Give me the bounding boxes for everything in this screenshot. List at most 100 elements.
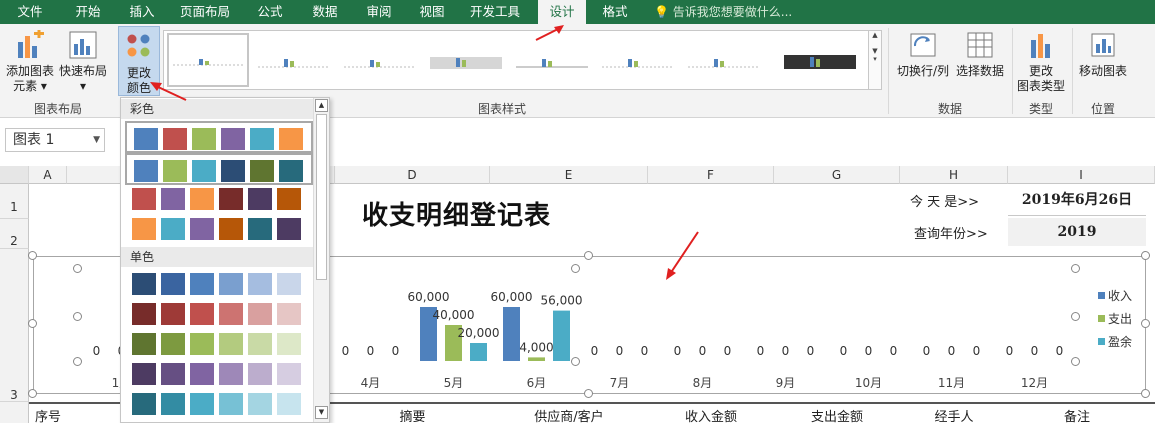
move-chart-button[interactable]: 移动图表 xyxy=(1076,30,1130,79)
plot-area-handle[interactable] xyxy=(73,264,82,273)
column-header-d[interactable]: D xyxy=(335,166,490,184)
color-set-row[interactable] xyxy=(125,358,313,390)
tab-view[interactable]: 视图 xyxy=(408,0,456,24)
color-swatch[interactable] xyxy=(277,273,301,295)
color-swatch[interactable] xyxy=(277,188,301,210)
color-swatch[interactable] xyxy=(219,393,243,415)
color-swatch[interactable] xyxy=(250,160,274,182)
color-swatch[interactable] xyxy=(219,218,243,240)
switch-row-column-button[interactable]: 切换行/列 xyxy=(894,30,952,79)
color-set-row[interactable] xyxy=(125,213,313,245)
color-swatch[interactable] xyxy=(132,273,156,295)
color-swatch[interactable] xyxy=(219,363,243,385)
tab-data[interactable]: 数据 xyxy=(301,0,349,24)
color-swatch[interactable] xyxy=(248,303,272,325)
color-set-row[interactable] xyxy=(125,183,313,215)
plot-area-handle[interactable] xyxy=(571,264,580,273)
column-header-g[interactable]: G xyxy=(774,166,900,184)
name-box[interactable]: 图表 1 ▼ xyxy=(5,128,105,152)
tab-format[interactable]: 格式 xyxy=(591,0,639,24)
color-swatch[interactable] xyxy=(163,128,187,150)
color-swatch[interactable] xyxy=(248,333,272,355)
dropdown-scrollbar[interactable]: ▲ ▼ xyxy=(313,98,329,422)
chart-resize-handle[interactable] xyxy=(584,389,593,398)
color-swatch[interactable] xyxy=(248,218,272,240)
tab-insert[interactable]: 插入 xyxy=(118,0,166,24)
chart-style-5[interactable] xyxy=(512,45,592,75)
tab-page-layout[interactable]: 页面布局 xyxy=(172,0,238,24)
plot-area-handle[interactable] xyxy=(73,312,82,321)
chart-resize-handle[interactable] xyxy=(28,319,37,328)
color-swatch[interactable] xyxy=(161,273,185,295)
column-header-f[interactable]: F xyxy=(648,166,774,184)
add-chart-element-button[interactable]: 添加图表 元素 ▾ xyxy=(4,29,56,94)
color-swatch[interactable] xyxy=(190,273,214,295)
tab-design[interactable]: 设计 xyxy=(538,0,586,24)
color-set-row[interactable] xyxy=(125,388,313,420)
color-swatch[interactable] xyxy=(161,218,185,240)
color-swatch[interactable] xyxy=(190,393,214,415)
plot-area-handle[interactable] xyxy=(571,357,580,366)
color-swatch[interactable] xyxy=(192,160,216,182)
color-swatch[interactable] xyxy=(161,363,185,385)
color-swatch[interactable] xyxy=(132,333,156,355)
plot-area-handle[interactable] xyxy=(1071,312,1080,321)
chart-style-3[interactable] xyxy=(340,45,420,75)
chevron-down-icon[interactable]: ▼ xyxy=(93,129,100,151)
chart-resize-handle[interactable] xyxy=(1141,251,1150,260)
color-swatch[interactable] xyxy=(161,188,185,210)
chart-style-2[interactable] xyxy=(254,45,334,75)
color-swatch[interactable] xyxy=(132,363,156,385)
color-swatch[interactable] xyxy=(192,128,216,150)
year-value-cell[interactable]: 2019 xyxy=(1008,218,1146,246)
row-header-4[interactable] xyxy=(0,401,29,423)
tab-file[interactable]: 文件 xyxy=(8,0,52,24)
scroll-down-arrow-icon[interactable]: ▼ xyxy=(315,406,328,419)
color-swatch[interactable] xyxy=(190,188,214,210)
color-swatch[interactable] xyxy=(248,188,272,210)
tab-formulas[interactable]: 公式 xyxy=(246,0,294,24)
color-swatch[interactable] xyxy=(277,303,301,325)
color-set-row[interactable] xyxy=(125,153,313,185)
color-swatch[interactable] xyxy=(163,160,187,182)
chart-resize-handle[interactable] xyxy=(28,251,37,260)
chart-resize-handle[interactable] xyxy=(1141,319,1150,328)
change-chart-type-button[interactable]: 更改 图表类型 xyxy=(1014,30,1068,94)
today-value-cell[interactable]: 2019年6月26日 xyxy=(1008,184,1146,216)
color-swatch[interactable] xyxy=(277,393,301,415)
color-swatch[interactable] xyxy=(190,363,214,385)
color-set-row[interactable] xyxy=(125,328,313,360)
chart-style-4[interactable] xyxy=(426,45,506,75)
tab-home[interactable]: 开始 xyxy=(64,0,112,24)
color-swatch[interactable] xyxy=(132,218,156,240)
color-set-row[interactable] xyxy=(125,121,313,153)
plot-area-handle[interactable] xyxy=(1071,357,1080,366)
color-swatch[interactable] xyxy=(219,273,243,295)
color-swatch[interactable] xyxy=(190,303,214,325)
column-header-a[interactable]: A xyxy=(29,166,67,184)
color-swatch[interactable] xyxy=(279,160,303,182)
color-swatch[interactable] xyxy=(190,333,214,355)
color-set-row[interactable] xyxy=(125,268,313,300)
color-swatch[interactable] xyxy=(161,333,185,355)
color-swatch[interactable] xyxy=(132,303,156,325)
color-swatch[interactable] xyxy=(219,333,243,355)
gallery-scrollbar[interactable]: ▲ ▼ ▾ xyxy=(868,30,882,90)
select-all-corner[interactable] xyxy=(0,166,29,184)
color-swatch[interactable] xyxy=(248,273,272,295)
color-swatch[interactable] xyxy=(277,333,301,355)
chart-resize-handle[interactable] xyxy=(1141,389,1150,398)
column-header-i[interactable]: I xyxy=(1008,166,1155,184)
column-header-e[interactable]: E xyxy=(490,166,648,184)
select-data-button[interactable]: 选择数据 xyxy=(953,30,1007,79)
row-header-2[interactable]: 2 xyxy=(0,218,29,248)
color-swatch[interactable] xyxy=(161,393,185,415)
chart-style-7[interactable] xyxy=(684,45,764,75)
scroll-up-arrow-icon[interactable]: ▲ xyxy=(315,99,328,112)
chart-resize-handle[interactable] xyxy=(28,389,37,398)
color-swatch[interactable] xyxy=(250,128,274,150)
color-swatch[interactable] xyxy=(219,188,243,210)
chart-style-8[interactable] xyxy=(780,45,860,75)
row-header-1[interactable]: 1 xyxy=(0,184,29,218)
column-header-h[interactable]: H xyxy=(900,166,1008,184)
